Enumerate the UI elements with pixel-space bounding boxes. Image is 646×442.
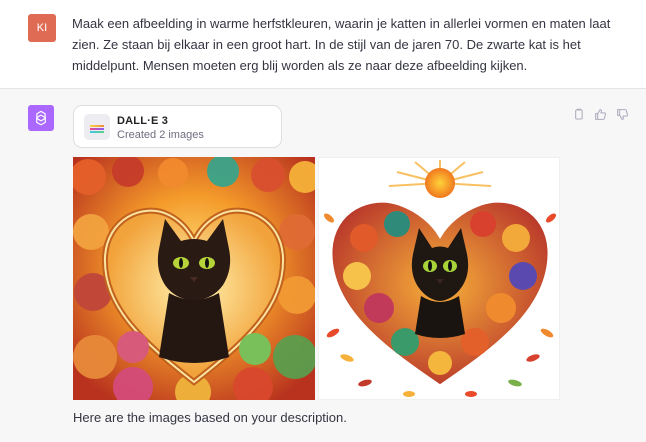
thumbs-down-icon[interactable]: [614, 106, 630, 122]
generated-image-2[interactable]: [318, 157, 560, 400]
user-avatar: KI: [28, 14, 56, 42]
dalle-thumbnail-icon: [84, 114, 110, 140]
message-actions: [570, 106, 630, 122]
assistant-reply-text: Here are the images based on your descri…: [73, 410, 347, 425]
generated-image-1[interactable]: [73, 157, 315, 400]
dalle-tool-card[interactable]: DALL·E 3 Created 2 images: [73, 105, 282, 148]
tool-status: Created 2 images: [117, 129, 204, 141]
chatgpt-logo-icon: [28, 105, 54, 131]
copy-icon[interactable]: [570, 106, 586, 122]
message-divider: [0, 88, 646, 89]
thumbs-up-icon[interactable]: [592, 106, 608, 122]
user-message-text: Maak een afbeelding in warme herfstkleur…: [72, 16, 611, 73]
user-message-row: KI Maak een afbeelding in warme herfstkl…: [0, 0, 646, 88]
tool-name: DALL·E 3: [117, 115, 169, 127]
